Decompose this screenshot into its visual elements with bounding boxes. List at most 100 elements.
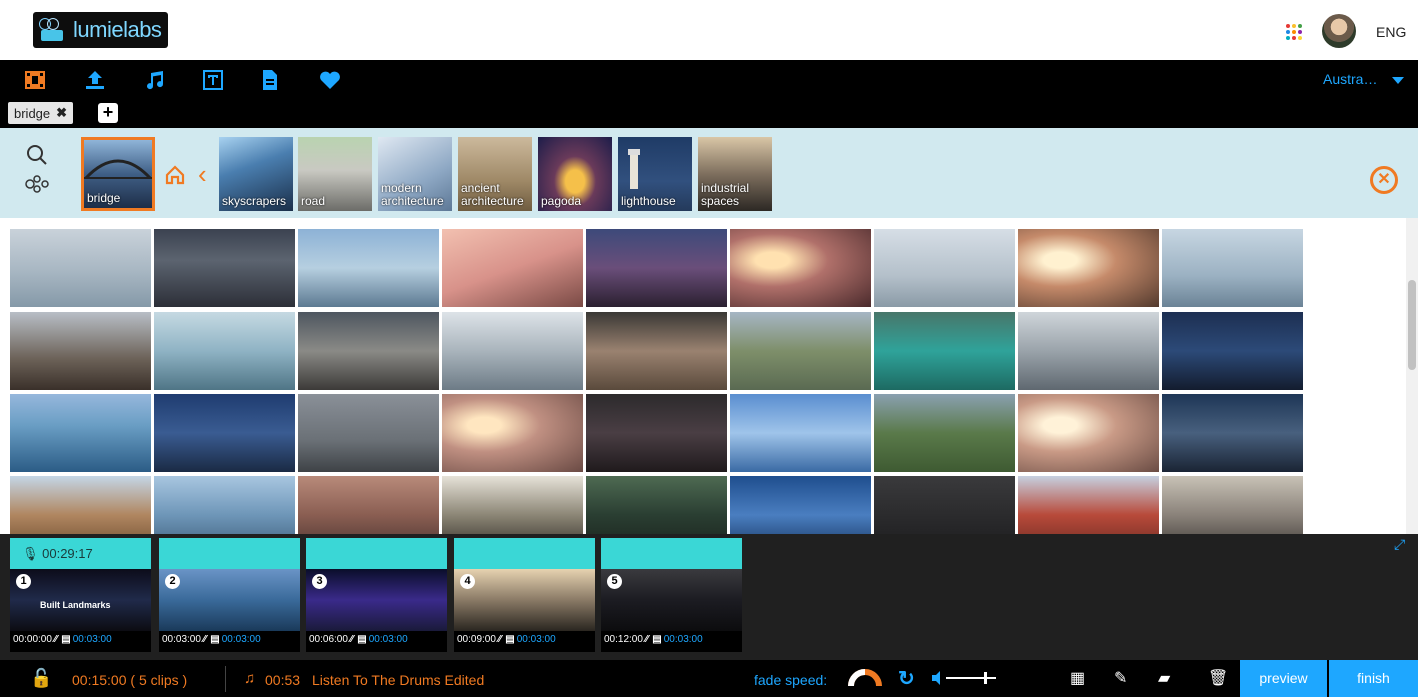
apps-grid-icon[interactable] <box>1286 24 1302 40</box>
text-icon[interactable] <box>201 68 225 92</box>
volume-slider[interactable] <box>930 668 1000 688</box>
mute-icon: ⁄⁄ <box>349 634 354 645</box>
caret-down-icon[interactable] <box>1392 77 1404 84</box>
gallery-thumb[interactable] <box>154 476 295 534</box>
tab-label: bridge <box>14 105 51 121</box>
gallery-thumb[interactable] <box>442 394 583 472</box>
clip-title-overlay: Built Landmarks <box>40 600 111 610</box>
gallery-thumb[interactable] <box>298 312 439 390</box>
timeline-clip-3[interactable]: 3 00:06:00 ⁄⁄ ▤ 00:03:00 <box>306 538 447 652</box>
refresh-icon[interactable]: ↻ <box>898 666 915 691</box>
gallery-thumb[interactable] <box>1018 312 1159 390</box>
expand-icon[interactable]: ⤢ <box>1394 536 1405 553</box>
finish-button[interactable]: finish <box>1329 660 1418 697</box>
gallery-thumb[interactable] <box>874 476 1015 534</box>
music-track-title[interactable]: Listen To The Drums Edited <box>312 672 484 688</box>
timeline-clip-2[interactable]: 2 00:03:00 ⁄⁄ ▤ 00:03:00 <box>159 538 300 652</box>
gallery-thumb[interactable] <box>874 312 1015 390</box>
keyword-modern-architecture[interactable]: modern architecture <box>378 137 452 211</box>
keyword-skyscrapers[interactable]: skyscrapers <box>219 137 293 211</box>
gallery-scrollbar-thumb[interactable] <box>1408 280 1416 370</box>
gallery-thumb[interactable] <box>730 312 871 390</box>
gallery-scrollbar[interactable] <box>1406 218 1418 534</box>
gallery-thumb[interactable] <box>298 476 439 534</box>
eraser-icon[interactable]: ▰ <box>1158 668 1170 688</box>
timeline: 🎙 00:29:17 Built Landmarks 1 00:00:00 ⁄⁄ ▤… <box>0 534 1418 660</box>
heart-icon[interactable] <box>318 68 342 92</box>
gallery-thumb[interactable] <box>298 394 439 472</box>
clip-number: 4 <box>460 574 475 589</box>
gallery-thumb[interactable] <box>442 312 583 390</box>
user-avatar[interactable] <box>1322 14 1356 48</box>
timeline-clip-1[interactable]: 🎙 00:29:17 Built Landmarks 1 00:00:00 ⁄⁄ ▤… <box>10 538 151 652</box>
search-icon[interactable] <box>26 144 48 166</box>
gallery-thumb[interactable] <box>586 394 727 472</box>
search-tab-bridge[interactable]: bridge ✖ <box>8 102 74 124</box>
gallery-thumb[interactable] <box>1018 394 1159 472</box>
gallery-thumb[interactable] <box>10 229 151 307</box>
document-icon[interactable] <box>258 68 282 92</box>
keyword-selected-bridge[interactable]: bridge <box>81 137 155 211</box>
mute-icon: ⁄⁄ <box>644 634 649 645</box>
gallery-thumb[interactable] <box>730 476 871 534</box>
lumielabs-logo[interactable]: lumielabs <box>33 12 168 48</box>
timeline-clip-4[interactable]: 4 00:09:00 ⁄⁄ ▤ 00:03:00 <box>454 538 595 652</box>
keyword-ancient-architecture[interactable]: ancient architecture <box>458 137 532 211</box>
keyword-road[interactable]: road <box>298 137 372 211</box>
gallery-thumb[interactable] <box>10 312 151 390</box>
gallery-thumb[interactable] <box>586 476 727 534</box>
keyword-label: road <box>301 194 326 208</box>
gallery-thumb[interactable] <box>586 312 727 390</box>
gallery-thumb[interactable] <box>154 312 295 390</box>
stack-icon[interactable]: ▦ <box>1070 668 1085 688</box>
gallery-thumb[interactable] <box>730 394 871 472</box>
keyword-pagoda[interactable]: pagoda <box>538 137 612 211</box>
home-icon[interactable] <box>164 164 186 186</box>
music-icon[interactable] <box>143 68 167 92</box>
keyword-label: industrial spaces <box>701 181 750 208</box>
timeline-clip-5[interactable]: 5 00:12:00 ⁄⁄ ▤ 00:03:00 <box>601 538 742 652</box>
add-tab-button[interactable]: + <box>98 103 118 123</box>
film-icon[interactable] <box>23 68 47 92</box>
gallery-thumb[interactable] <box>10 476 151 534</box>
gallery-thumb[interactable] <box>10 394 151 472</box>
gallery-thumb[interactable] <box>1162 476 1303 534</box>
gallery-thumb[interactable] <box>874 229 1015 307</box>
gallery-thumb[interactable] <box>154 394 295 472</box>
clip-footer: 00:06:00 ⁄⁄ ▤ 00:03:00 <box>309 634 408 645</box>
gallery-thumb[interactable] <box>586 229 727 307</box>
preview-button[interactable]: preview <box>1240 660 1327 697</box>
keyword-lighthouse[interactable]: lighthouse <box>618 137 692 211</box>
region-selector[interactable]: Austra… <box>1323 71 1377 87</box>
reset-history-icon[interactable]: ✕ <box>1370 166 1398 194</box>
clip-audio-bar[interactable] <box>159 538 300 569</box>
clip-audio-bar[interactable] <box>454 538 595 569</box>
gallery-thumb[interactable] <box>1162 312 1303 390</box>
chevron-left-icon[interactable]: ‹ <box>198 161 207 187</box>
clip-audio-bar[interactable] <box>306 538 447 569</box>
gallery-thumb[interactable] <box>442 229 583 307</box>
gallery-thumb[interactable] <box>442 476 583 534</box>
gallery-thumb[interactable] <box>1162 229 1303 307</box>
gallery-thumb[interactable] <box>1018 476 1159 534</box>
trash-icon[interactable]: 🗑 <box>1208 668 1228 688</box>
close-icon[interactable]: ✖ <box>56 105 67 121</box>
top-header: lumielabs ENG <box>0 0 1418 60</box>
clip-audio-bar[interactable] <box>601 538 742 569</box>
film-strip-icon: ▤ <box>210 634 220 645</box>
film-strip-icon: ▤ <box>357 634 367 645</box>
keyword-graph-icon[interactable] <box>24 174 52 194</box>
gallery-thumb[interactable] <box>874 394 1015 472</box>
gallery-thumb[interactable] <box>730 229 871 307</box>
gallery-thumb[interactable] <box>154 229 295 307</box>
fade-speed-dial-icon[interactable] <box>848 668 882 688</box>
clip-audio-bar[interactable]: 🎙 00:29:17 <box>10 538 151 569</box>
gallery-thumb[interactable] <box>1162 394 1303 472</box>
unlock-icon[interactable]: 🔓 <box>30 668 52 689</box>
language-selector[interactable]: ENG <box>1376 24 1406 40</box>
gallery-thumb[interactable] <box>1018 229 1159 307</box>
upload-icon[interactable] <box>83 68 107 92</box>
keyword-industrial-spaces[interactable]: industrial spaces <box>698 137 772 211</box>
gallery-thumb[interactable] <box>298 229 439 307</box>
magic-wand-icon[interactable]: ✎ <box>1114 668 1127 688</box>
